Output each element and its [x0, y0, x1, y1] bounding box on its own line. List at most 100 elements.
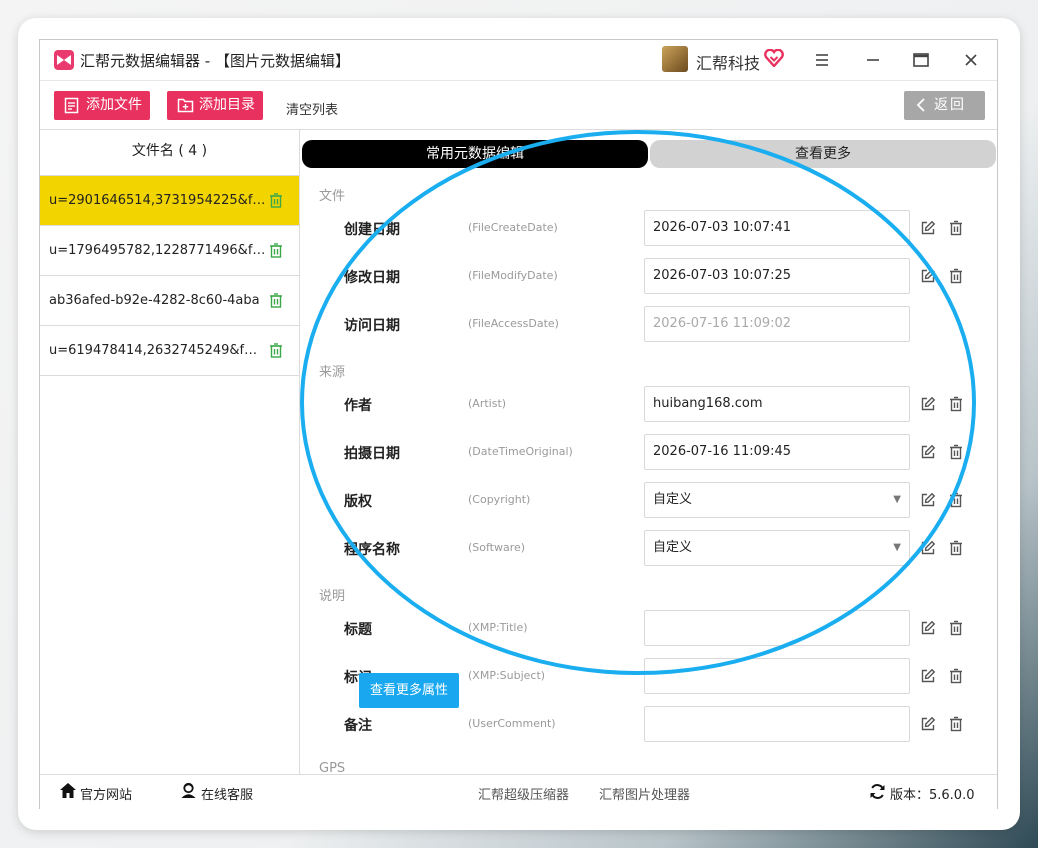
create-date-label: 创建日期 — [344, 222, 400, 238]
title-tag: (XMP:Title) — [468, 621, 528, 634]
close-button[interactable] — [956, 46, 986, 74]
section-source-label: 来源 — [319, 365, 346, 380]
tab-view-more[interactable]: 查看更多 — [650, 140, 996, 168]
section-file-label: 文件 — [319, 189, 346, 204]
file-list-item[interactable]: u=1796495782,1228771496&fm=253 — [40, 226, 299, 276]
artist-tag: (Artist) — [468, 397, 507, 410]
software-value: 自定义 — [653, 540, 693, 555]
modify-date-tag: (FileModifyDate) — [468, 269, 558, 282]
title-label: 标题 — [344, 622, 372, 638]
file-name: u=619478414,2632745249&fm=253 — [49, 343, 269, 358]
copyright-select[interactable]: 自定义 ▼ — [644, 482, 910, 518]
create-date-tag: (FileCreateDate) — [468, 221, 558, 234]
image-processor-link[interactable]: 汇帮图片处理器 — [599, 784, 690, 803]
tab-common-metadata[interactable]: 常用元数据编辑 — [302, 140, 648, 168]
modify-date-field[interactable]: 2026-07-03 10:07:25 — [644, 258, 910, 294]
footer-bar: 官方网站 在线客服 汇帮超级压缩器 汇帮图片处理器 版本：5.6.0.0 — [40, 774, 997, 809]
access-date-field: 2026-07-16 11:09:02 — [644, 306, 910, 342]
datetime-original-label: 拍摄日期 — [344, 446, 400, 462]
file-list-header: 文件名 ( 4 ) — [40, 130, 299, 176]
file-list-panel: 文件名 ( 4 ) u=2901646514,3731954225&fm=253… — [40, 130, 300, 774]
online-support-link[interactable]: 在线客服 — [201, 784, 253, 803]
artist-label: 作者 — [344, 398, 372, 414]
subject-tag: (XMP:Subject) — [468, 669, 546, 682]
comment-label: 备注 — [344, 718, 372, 734]
menu-icon — [816, 54, 828, 66]
back-button[interactable]: 返回 — [904, 91, 985, 120]
create-date-field[interactable]: 2026-07-03 10:07:41 — [644, 210, 910, 246]
trash-icon[interactable] — [269, 343, 283, 358]
add-file-label: 添加文件 — [86, 97, 142, 113]
edit-icon[interactable] — [920, 620, 936, 636]
maximize-icon — [913, 53, 929, 67]
trash-icon[interactable] — [948, 444, 964, 460]
trash-icon[interactable] — [269, 243, 283, 258]
file-list-item[interactable]: u=2901646514,3731954225&fm=253 — [40, 176, 299, 226]
edit-icon[interactable] — [920, 444, 936, 460]
access-date-label: 访问日期 — [344, 318, 400, 334]
app-title: 汇帮元数据编辑器 - 【图片元数据编辑】 — [80, 52, 350, 70]
version-label: 版本：5.6.0.0 — [890, 788, 975, 803]
edit-icon[interactable] — [920, 268, 936, 284]
chevron-left-icon — [916, 98, 925, 112]
copyright-tag: (Copyright) — [468, 493, 531, 506]
subject-field[interactable] — [644, 658, 910, 694]
edit-icon[interactable] — [920, 668, 936, 684]
copyright-label: 版权 — [344, 494, 372, 510]
file-name: ab36afed-b92e-4282-8c60-4aba — [49, 293, 260, 308]
minimize-button[interactable] — [858, 46, 888, 74]
modify-date-label: 修改日期 — [344, 270, 400, 286]
trash-icon[interactable] — [948, 396, 964, 412]
title-field[interactable] — [644, 610, 910, 646]
file-list-item[interactable]: ab36afed-b92e-4282-8c60-4aba — [40, 276, 299, 326]
trash-icon[interactable] — [948, 492, 964, 508]
view-more-attributes-button[interactable]: 查看更多属性 — [359, 673, 459, 708]
edit-icon[interactable] — [920, 220, 936, 236]
add-directory-label: 添加目录 — [199, 97, 255, 113]
refresh-icon — [870, 784, 885, 799]
official-website-link[interactable]: 官方网站 — [80, 784, 132, 803]
add-file-icon — [64, 97, 79, 114]
add-file-button[interactable]: 添加文件 — [54, 91, 150, 120]
trash-icon[interactable] — [948, 668, 964, 684]
add-folder-icon — [177, 98, 194, 113]
menu-button[interactable] — [807, 46, 837, 74]
software-label: 程序名称 — [344, 542, 400, 558]
edit-icon[interactable] — [920, 716, 936, 732]
section-description-label: 说明 — [319, 589, 346, 604]
app-logo-icon — [54, 50, 74, 70]
brand-logo-icon — [662, 46, 688, 72]
super-compressor-link[interactable]: 汇帮超级压缩器 — [478, 784, 569, 803]
file-list-item[interactable]: u=619478414,2632745249&fm=253 — [40, 326, 299, 376]
edit-icon[interactable] — [920, 492, 936, 508]
clear-list-button[interactable]: 清空列表 — [286, 99, 338, 118]
datetime-original-tag: (DateTimeOriginal) — [468, 445, 573, 458]
trash-icon[interactable] — [269, 293, 283, 308]
trash-icon[interactable] — [948, 268, 964, 284]
titlebar: 汇帮元数据编辑器 - 【图片元数据编辑】 汇帮科技 — [40, 40, 997, 81]
section-gps-label: GPS — [319, 761, 346, 774]
datetime-original-field[interactable]: 2026-07-16 11:09:45 — [644, 434, 910, 470]
dropdown-arrow-icon: ▼ — [893, 542, 901, 553]
trash-icon[interactable] — [948, 540, 964, 556]
comment-tag: (UserComment) — [468, 717, 556, 730]
software-select[interactable]: 自定义 ▼ — [644, 530, 910, 566]
trash-icon[interactable] — [948, 620, 964, 636]
trash-icon[interactable] — [948, 716, 964, 732]
app-window: 汇帮元数据编辑器 - 【图片元数据编辑】 汇帮科技 添加文件 添加目录 清空列表 — [39, 39, 998, 809]
close-icon — [965, 54, 977, 66]
trash-icon[interactable] — [948, 220, 964, 236]
software-tag: (Software) — [468, 541, 526, 554]
comment-field[interactable] — [644, 706, 910, 742]
edit-icon[interactable] — [920, 396, 936, 412]
minimize-icon — [867, 59, 879, 61]
maximize-button[interactable] — [906, 46, 936, 74]
heart-icon — [764, 49, 784, 67]
edit-icon[interactable] — [920, 540, 936, 556]
dropdown-arrow-icon: ▼ — [893, 494, 901, 505]
brand-name: 汇帮科技 — [696, 54, 761, 73]
home-icon — [60, 783, 76, 798]
add-directory-button[interactable]: 添加目录 — [167, 91, 263, 120]
trash-icon[interactable] — [269, 193, 283, 208]
artist-field[interactable]: huibang168.com — [644, 386, 910, 422]
